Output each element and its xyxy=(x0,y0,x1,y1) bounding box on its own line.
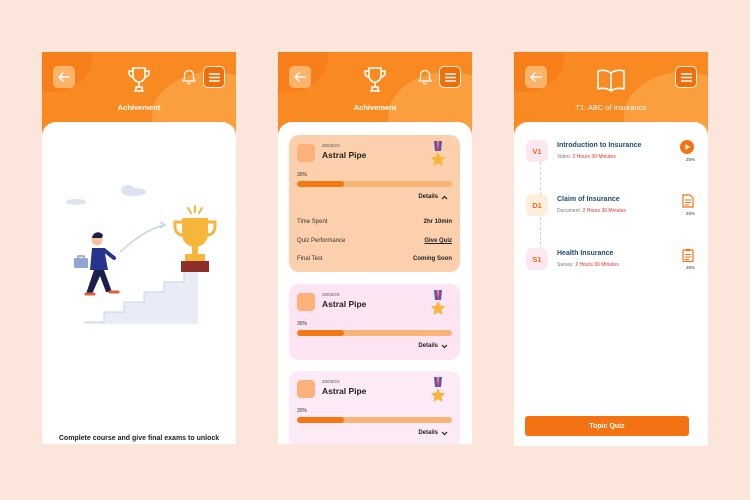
card-date: 20/03/23 xyxy=(322,143,340,148)
chevron-down-icon xyxy=(441,431,448,435)
content-sheet: 20/03/23 Astral Pipe 30% Details Time Sp… xyxy=(278,122,472,444)
progress-fill xyxy=(297,417,344,423)
topic-item-document[interactable]: D1 Claim of Insurance Document: 2 Hours … xyxy=(526,194,702,224)
clipboard-icon[interactable] xyxy=(682,248,694,262)
detail-label: Time Spent xyxy=(297,219,328,225)
chevron-down-icon xyxy=(441,344,448,348)
menu-button[interactable] xyxy=(439,66,461,88)
back-button[interactable] xyxy=(289,66,311,88)
page-title: T1: ABC of Insurance xyxy=(575,103,647,112)
card-date: 20/03/23 xyxy=(322,379,340,384)
item-type: Document: xyxy=(557,208,582,214)
chevron-up-icon xyxy=(441,195,448,199)
give-quiz-link[interactable]: Give Quiz xyxy=(424,238,452,244)
item-badge: D1 xyxy=(526,194,548,216)
card-title: Astral Pipe xyxy=(322,386,367,396)
bell-icon[interactable] xyxy=(418,69,432,85)
item-title: Health Insurance xyxy=(557,250,614,257)
detail-value: Coming Soon xyxy=(413,256,452,262)
medal-icon xyxy=(431,290,446,315)
item-type: Survey: xyxy=(557,262,574,268)
detail-label: Quiz Performance xyxy=(297,238,346,244)
item-title: Claim of Insurance xyxy=(557,196,620,203)
page-title: Achivement xyxy=(117,103,161,112)
course-thumbnail xyxy=(297,380,315,398)
back-button[interactable] xyxy=(53,66,75,88)
document-icon[interactable] xyxy=(682,194,694,208)
arrow-left-icon xyxy=(294,72,306,82)
content-sheet: V1 Introduction to Insurance Video: 2 Ho… xyxy=(514,122,708,446)
topic-quiz-button[interactable]: Topic Quiz xyxy=(525,416,689,436)
achievement-list-screen: Achivement 20/03/23 Astral Pipe 30% Deta… xyxy=(278,52,472,444)
menu-button[interactable] xyxy=(675,66,697,88)
hamburger-icon xyxy=(208,72,220,82)
topic-screen: T1: ABC of Insurance V1 Introduction to … xyxy=(514,52,708,446)
progress-bar xyxy=(297,181,452,187)
details-label: Details xyxy=(418,343,438,349)
detail-row-final: Final Test Coming Soon xyxy=(297,256,452,262)
card-title: Astral Pipe xyxy=(322,299,367,309)
medal-icon xyxy=(431,377,446,402)
topic-item-survey[interactable]: S1 Health Insurance Survey: 2 Hours 30 M… xyxy=(526,248,702,278)
item-badge: S1 xyxy=(526,248,548,270)
progress-percent: 30% xyxy=(297,172,308,178)
item-meta: Survey: 2 Hours 30 Minutes xyxy=(557,262,619,268)
course-thumbnail xyxy=(297,293,315,311)
arrow-left-icon xyxy=(530,72,542,82)
trophy-icon xyxy=(364,67,386,92)
achievement-illustration xyxy=(66,185,217,324)
details-label: Details xyxy=(418,430,438,436)
hamburger-icon xyxy=(444,72,456,82)
play-icon[interactable] xyxy=(680,140,694,154)
book-icon xyxy=(597,69,625,92)
details-toggle[interactable]: Details xyxy=(418,343,448,349)
topic-item-video[interactable]: V1 Introduction to Insurance Video: 2 Ho… xyxy=(526,140,702,170)
back-button[interactable] xyxy=(525,66,547,88)
trophy-icon xyxy=(128,67,150,92)
course-thumbnail xyxy=(297,144,315,162)
item-percent: 25% xyxy=(685,157,695,162)
achievement-card: 20/03/23 Astral Pipe 30% Details xyxy=(289,371,460,444)
progress-fill xyxy=(297,181,344,187)
progress-bar xyxy=(297,417,452,423)
item-meta: Document: 2 Hours 30 Minutes xyxy=(557,208,626,214)
item-title: Introduction to Insurance xyxy=(557,142,642,149)
content-sheet: Complete course and give final exams to … xyxy=(42,122,236,444)
page-title: Achivement xyxy=(353,103,397,112)
detail-row-quiz: Quiz Performance Give Quiz xyxy=(297,238,452,244)
item-duration: 2 Hours 30 Minutes xyxy=(582,208,626,214)
progress-fill xyxy=(297,330,344,336)
menu-button[interactable] xyxy=(203,66,225,88)
empty-state-message: Complete course and give final exams to … xyxy=(58,435,220,442)
achievement-card: 20/03/23 Astral Pipe 30% Details Time Sp… xyxy=(289,135,460,272)
item-percent: 25% xyxy=(685,265,695,270)
details-label: Details xyxy=(418,194,438,200)
achievement-empty-screen: Achivement Complete course and give fina… xyxy=(42,52,236,444)
progress-percent: 30% xyxy=(297,408,308,414)
details-toggle[interactable]: Details xyxy=(418,194,448,200)
item-badge: V1 xyxy=(526,140,548,162)
item-meta: Video: 2 Hours 30 Minutes xyxy=(557,154,616,160)
progress-percent: 30% xyxy=(297,321,308,327)
card-date: 20/03/23 xyxy=(322,292,340,297)
detail-label: Final Test xyxy=(297,256,323,262)
item-duration: 2 Hours 30 Minutes xyxy=(572,154,616,160)
achievement-card: 20/03/23 Astral Pipe 30% Details xyxy=(289,284,460,360)
item-type: Video: xyxy=(557,154,572,160)
card-title: Astral Pipe xyxy=(322,150,367,160)
details-toggle[interactable]: Details xyxy=(418,430,448,436)
detail-value: 2hr 10min xyxy=(423,219,452,225)
medal-icon xyxy=(431,141,446,166)
detail-row-time: Time Spent 2hr 10min xyxy=(297,219,452,225)
hamburger-icon xyxy=(680,72,692,82)
arrow-left-icon xyxy=(58,72,70,82)
item-percent: 25% xyxy=(685,211,695,216)
item-duration: 2 Hours 30 Minutes xyxy=(575,262,619,268)
bell-icon[interactable] xyxy=(182,69,196,85)
progress-bar xyxy=(297,330,452,336)
